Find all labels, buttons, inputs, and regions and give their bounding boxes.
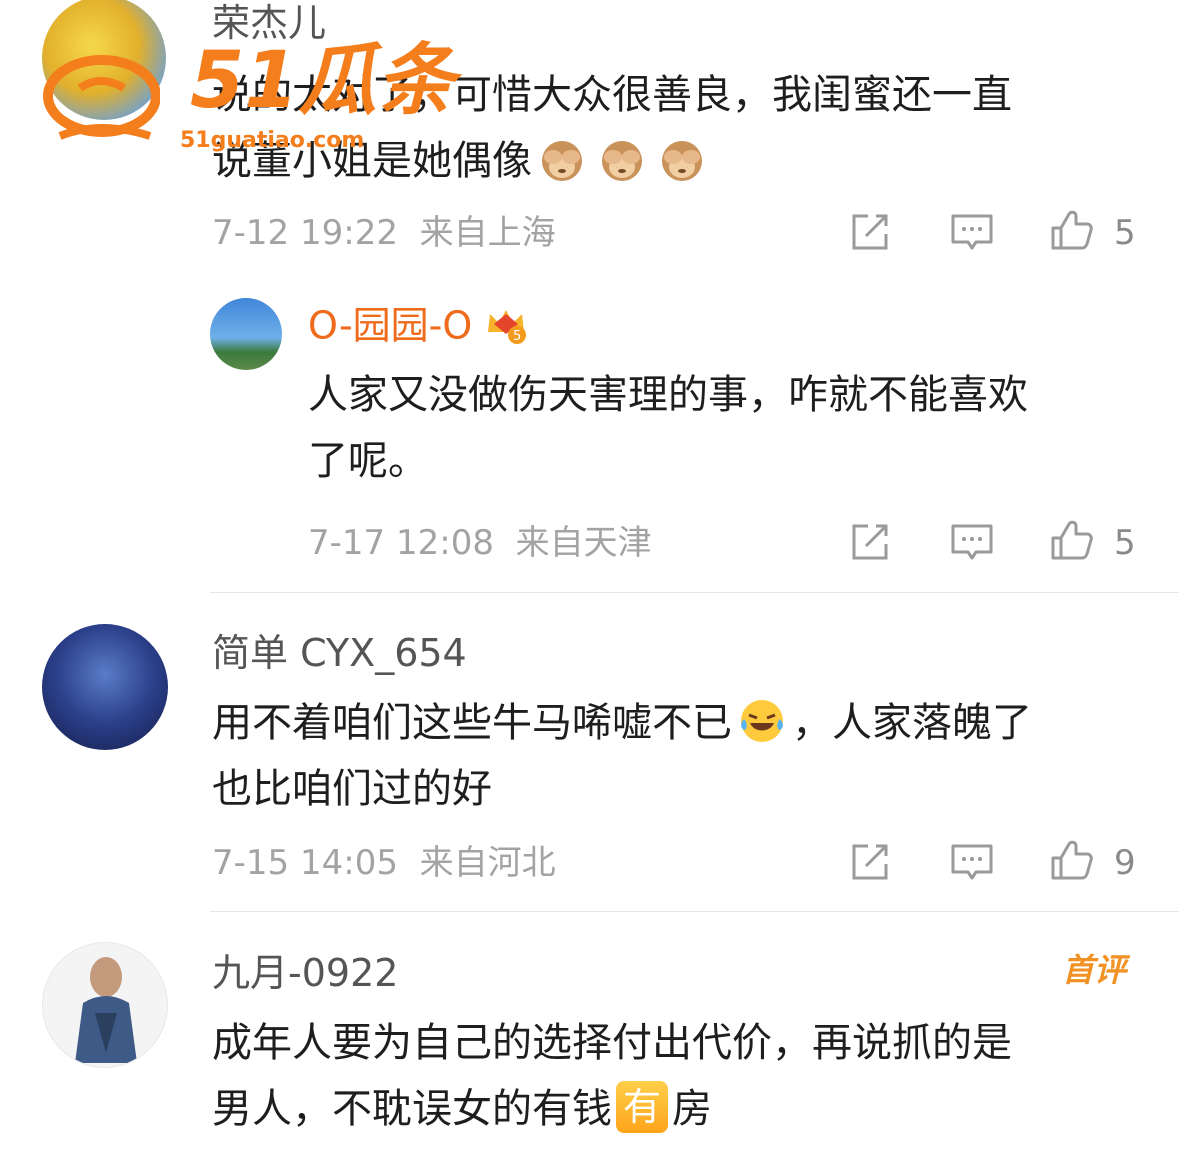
tears-of-joy-emoji xyxy=(741,700,783,742)
share-button[interactable] xyxy=(848,210,892,254)
comment-text-line: 也比咱们过的好 xyxy=(212,766,492,812)
avatar[interactable] xyxy=(42,0,166,120)
like-button[interactable] xyxy=(1050,518,1094,562)
thumbs-up-icon xyxy=(1051,520,1093,560)
share-button[interactable] xyxy=(848,840,892,884)
comment-username[interactable]: 荣杰儿 xyxy=(212,4,326,42)
comment-text-line: 成年人要为自己的选择付出代价，再说抓的是 xyxy=(212,1020,1012,1066)
comment-button[interactable] xyxy=(950,210,994,254)
comment-text-line: 说的太对了，可惜大众很善良，我闺蜜还一直 xyxy=(212,72,1012,118)
comment-location: 来自天津 xyxy=(515,523,652,563)
comment-username[interactable]: 简单 CYX_654 xyxy=(212,634,467,672)
comment-time: 7-15 14:05 xyxy=(212,843,398,883)
comment-text: 成年人要为自己的选择付出代价，再说抓的是 男人，不耽误女的有钱有房 xyxy=(212,1010,1012,1142)
like-count: 9 xyxy=(1114,843,1136,883)
share-icon xyxy=(852,844,888,880)
comment-time: 7-17 12:08 xyxy=(308,523,494,563)
comment-text: 说的太对了，可惜大众很善良，我闺蜜还一直 说董小姐是她偶像 xyxy=(212,62,1012,194)
comment-meta: 7-17 12:08 来自天津 xyxy=(308,526,652,560)
see-no-evil-monkey-emoji xyxy=(662,141,702,181)
divider xyxy=(210,911,1179,912)
share-icon xyxy=(852,214,888,250)
share-icon xyxy=(852,524,888,560)
comment-username[interactable]: O-园园-O 5 xyxy=(308,306,528,350)
you-badge: 有 xyxy=(616,1081,668,1133)
divider xyxy=(210,592,1179,593)
avatar[interactable] xyxy=(42,624,168,750)
svg-text:5: 5 xyxy=(513,329,521,344)
comment-icon xyxy=(951,524,993,560)
comment-button[interactable] xyxy=(950,840,994,884)
share-button[interactable] xyxy=(848,520,892,564)
avatar[interactable] xyxy=(42,942,168,1068)
comment-text-line: 了呢。 xyxy=(308,438,428,484)
comment-meta: 7-15 14:05 来自河北 xyxy=(212,846,556,880)
comment-text: 人家又没做伤天害理的事，咋就不能喜欢 了呢。 xyxy=(308,362,1028,494)
comment-button[interactable] xyxy=(950,520,994,564)
comment-time: 7-12 19:22 xyxy=(212,213,398,253)
thumbs-up-icon xyxy=(1051,840,1093,880)
first-comment-tag: 首评 xyxy=(1062,951,1127,989)
like-count: 5 xyxy=(1114,523,1136,563)
comment-text-line: 人家又没做伤天害理的事，咋就不能喜欢 xyxy=(308,372,1028,418)
comment-icon xyxy=(951,844,993,880)
like-count: 5 xyxy=(1114,213,1136,253)
comment-text: 用不着咱们这些牛马唏嘘不已 ，人家落魄了 也比咱们过的好 xyxy=(212,690,1032,822)
like-button[interactable] xyxy=(1050,838,1094,882)
comment-location: 来自河北 xyxy=(419,843,556,883)
like-button[interactable] xyxy=(1050,208,1094,252)
comment-location: 来自上海 xyxy=(419,213,556,253)
comment-text-line: 说董小姐是她偶像 xyxy=(212,128,1012,194)
comment-text-line: 男人，不耽误女的有钱有房 xyxy=(212,1076,1012,1142)
comment-text-line: 用不着咱们这些牛马唏嘘不已 ，人家落魄了 xyxy=(212,690,1032,756)
avatar-figure xyxy=(75,957,137,1063)
crown-badge-icon: 5 xyxy=(488,310,527,344)
see-no-evil-monkey-emoji xyxy=(602,141,642,181)
comment-meta: 7-12 19:22 来自上海 xyxy=(212,216,556,250)
avatar[interactable] xyxy=(210,298,282,370)
see-no-evil-monkey-emoji xyxy=(542,141,582,181)
comment-icon xyxy=(951,214,993,250)
thumbs-up-icon xyxy=(1051,210,1093,250)
comment-username[interactable]: 九月-0922 xyxy=(212,954,398,992)
